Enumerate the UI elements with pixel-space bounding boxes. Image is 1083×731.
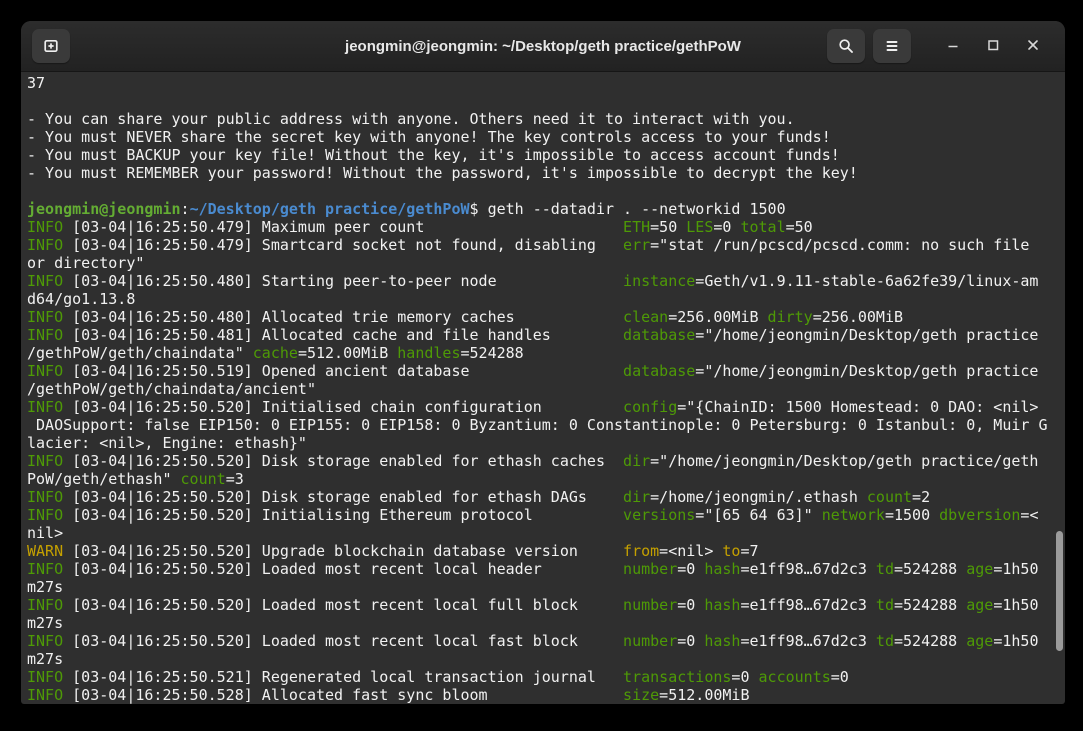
terminal-line: INFO [03-04|16:25:50.520] Loaded most re… <box>27 632 1039 650</box>
terminal-line: INFO [03-04|16:25:50.520] Initialised ch… <box>27 398 1039 416</box>
terminal-line: INFO [03-04|16:25:50.479] Maximum peer c… <box>27 218 813 236</box>
terminal-line: DAOSupport: false EIP150: 0 EIP155: 0 EI… <box>27 416 1048 434</box>
menu-button[interactable] <box>873 29 911 63</box>
terminal-line: - You must BACKUP your key file! Without… <box>27 146 840 164</box>
terminal-line: - You must REMEMBER your password! Witho… <box>27 164 858 182</box>
menu-icon <box>884 38 900 54</box>
terminal-line: PoW/geth/ethash" count=3 <box>27 470 244 488</box>
terminal-line: INFO [03-04|16:25:50.479] Smartcard sock… <box>27 236 1030 254</box>
desktop: { "window": { "title": "jeongmin@jeongmi… <box>0 0 1083 731</box>
close-icon <box>1025 37 1041 56</box>
terminal-output[interactable]: 37 - You can share your public address wi… <box>21 72 1065 704</box>
minimize-button[interactable] <box>933 29 973 63</box>
terminal-line: INFO [03-04|16:25:50.528] Allocated fast… <box>27 686 750 704</box>
terminal-line: lacier: <nil>, Engine: ethash}" <box>27 434 307 452</box>
search-icon <box>837 37 855 55</box>
terminal-line: m27s <box>27 614 64 632</box>
terminal-line: WARN [03-04|16:25:50.520] Upgrade blockc… <box>27 542 759 560</box>
titlebar-controls <box>827 29 1053 63</box>
new-tab-icon <box>42 37 60 55</box>
new-tab-button[interactable] <box>32 29 70 63</box>
terminal-line: d64/go1.13.8 <box>27 290 136 308</box>
maximize-button[interactable] <box>973 29 1013 63</box>
terminal-line: INFO [03-04|16:25:50.520] Disk storage e… <box>27 488 931 506</box>
terminal-line: - You must NEVER share the secret key wi… <box>27 128 831 146</box>
minimize-icon <box>945 37 961 56</box>
terminal-line: jeongmin@jeongmin:~/Desktop/geth practic… <box>27 200 786 218</box>
maximize-icon <box>985 37 1001 56</box>
terminal-line: INFO [03-04|16:25:50.520] Initialising E… <box>27 506 1039 524</box>
terminal-line: INFO [03-04|16:25:50.520] Loaded most re… <box>27 596 1039 614</box>
terminal-line: 37 <box>27 74 46 92</box>
terminal-line: INFO [03-04|16:25:50.521] Regenerated lo… <box>27 668 849 686</box>
close-button[interactable] <box>1013 29 1053 63</box>
terminal-line: /gethPoW/geth/chaindata" cache=512.00MiB… <box>27 344 524 362</box>
terminal-line: m27s <box>27 578 64 596</box>
terminal-line: INFO [03-04|16:25:50.480] Starting peer-… <box>27 272 1039 290</box>
terminal-line: m27s <box>27 650 64 668</box>
terminal-line: INFO [03-04|16:25:50.520] Disk storage e… <box>27 452 1039 470</box>
terminal-window: jeongmin@jeongmin: ~/Desktop/geth practi… <box>21 21 1065 704</box>
terminal-line: INFO [03-04|16:25:50.519] Opened ancient… <box>27 362 1039 380</box>
search-button[interactable] <box>827 29 865 63</box>
terminal-line: INFO [03-04|16:25:50.520] Loaded most re… <box>27 560 1039 578</box>
titlebar[interactable]: jeongmin@jeongmin: ~/Desktop/geth practi… <box>21 21 1065 72</box>
terminal-line: or directory" <box>27 254 145 272</box>
scrollbar-thumb[interactable] <box>1056 531 1063 651</box>
terminal-line: INFO [03-04|16:25:50.480] Allocated trie… <box>27 308 904 326</box>
terminal-line: /gethPoW/geth/chaindata/ancient" <box>27 380 316 398</box>
terminal-line: - You can share your public address with… <box>27 110 795 128</box>
terminal-line: nil> <box>27 524 64 542</box>
terminal-line: INFO [03-04|16:25:50.481] Allocated cach… <box>27 326 1039 344</box>
